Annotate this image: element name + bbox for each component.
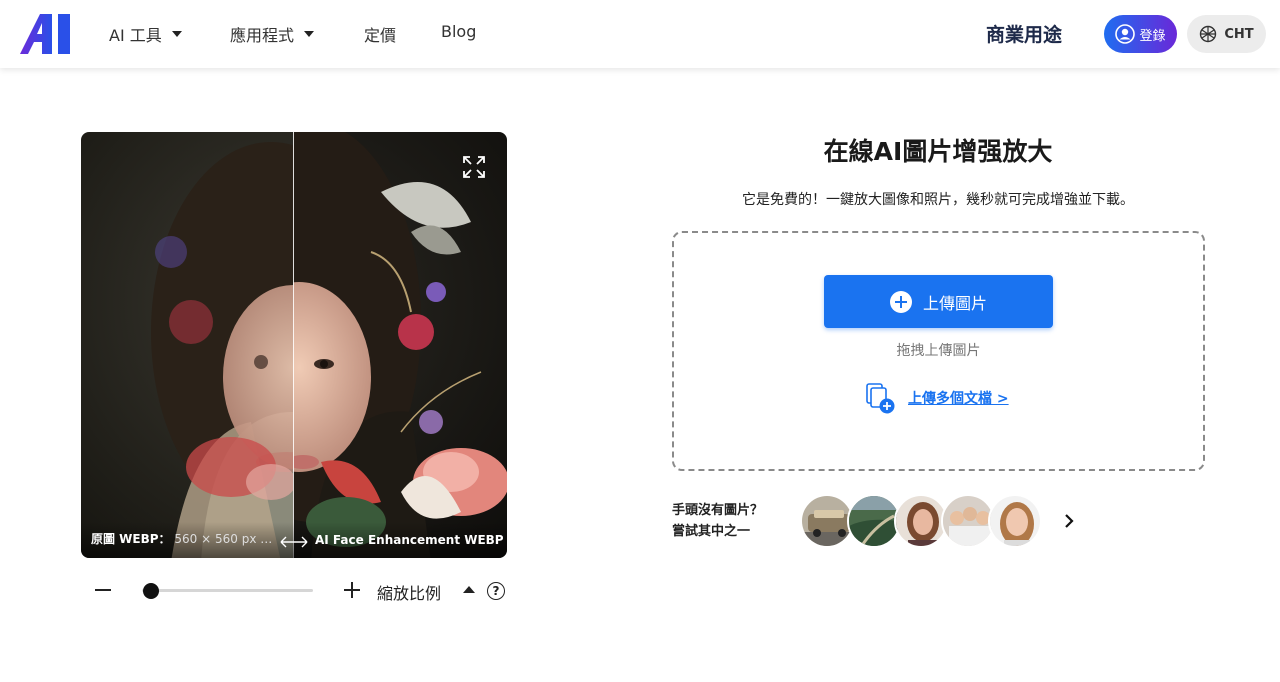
chevron-down-icon [171, 31, 182, 37]
nav-apps[interactable]: 應用程式 [230, 22, 315, 46]
upload-image-button[interactable]: 上傳圖片 [824, 275, 1053, 328]
sample-image-family[interactable] [941, 494, 995, 548]
nav-ai-tools[interactable]: AI 工具 [109, 22, 182, 46]
caret-up-icon[interactable] [463, 586, 475, 593]
left-right-arrow-icon [280, 536, 308, 548]
page-title: 在線AI圖片增强放大 [823, 137, 1053, 166]
nav-ai-tools-label: AI 工具 [109, 26, 162, 45]
sample-image-woman[interactable] [894, 494, 948, 548]
globe-icon [1200, 25, 1217, 43]
sample-images [800, 494, 1050, 548]
zoom-in-button[interactable] [344, 582, 360, 598]
nav-pricing[interactable]: 定價 [364, 22, 396, 46]
drag-upload-hint: 拖拽上傳圖片 [896, 343, 981, 359]
zoom-ratio-label: 縮放比例 [377, 584, 442, 603]
multiple-files-icon [866, 383, 895, 414]
chevron-right-icon[interactable] [1064, 513, 1076, 529]
sample-image-car[interactable] [800, 494, 854, 548]
business-link[interactable]: 商業用途 [986, 20, 1062, 47]
nav-blog[interactable]: Blog [441, 22, 476, 41]
original-size-label: 560 × 560 px … [174, 532, 273, 546]
try-samples-line-2: 嘗試其中之一 [672, 524, 751, 539]
ai-logo-icon[interactable] [20, 14, 78, 54]
portrait-image [81, 132, 507, 558]
top-header: AI 工具 應用程式 定價 Blog 商業用途 登錄 CHT [0, 0, 1280, 68]
nav-apps-label: 應用程式 [230, 26, 295, 45]
try-samples-text: 手頭沒有圖片？ 嘗試其中之一 [672, 500, 763, 542]
language-label: CHT [1224, 26, 1254, 42]
upload-multiple-link[interactable]: 上傳多個文檔 > [908, 388, 1009, 408]
chevron-down-icon [304, 31, 315, 37]
user-icon [1115, 24, 1136, 44]
language-button[interactable]: CHT [1187, 15, 1266, 53]
original-image-caption: 原圖 WEBP： 560 × 560 px … [91, 530, 276, 547]
compare-divider-handle[interactable] [293, 132, 294, 558]
before-after-compare[interactable]: 原圖 WEBP： 560 × 560 px … AI Face Enhancem… [81, 132, 507, 558]
original-format-label: 原圖 WEBP： [91, 532, 171, 546]
nav-blog-label: Blog [441, 22, 477, 41]
login-label: 登錄 [1139, 28, 1166, 44]
page-subtitle: 它是免費的！一鍵放大圖像和照片，幾秒就可完成增強並下載。 [742, 192, 1134, 208]
expand-icon[interactable] [461, 154, 487, 180]
zoom-out-button[interactable] [95, 589, 111, 591]
enhanced-image-caption: AI Face Enhancement WEBP: … [315, 533, 503, 547]
nav-pricing-label: 定價 [364, 26, 397, 45]
upload-multiple-files[interactable]: 上傳多個文檔 > [864, 381, 1009, 415]
try-samples-line-1: 手頭沒有圖片？ [672, 503, 764, 518]
upload-image-label: 上傳圖片 [922, 293, 987, 313]
plus-circle-icon [889, 290, 912, 313]
help-icon[interactable]: ? [487, 582, 505, 600]
login-button[interactable]: 登錄 [1104, 15, 1177, 53]
sample-image-portrait[interactable] [988, 494, 1042, 548]
zoom-slider-thumb[interactable] [142, 583, 159, 599]
zoom-slider-track[interactable] [142, 589, 313, 592]
sample-image-landscape[interactable] [847, 494, 901, 548]
